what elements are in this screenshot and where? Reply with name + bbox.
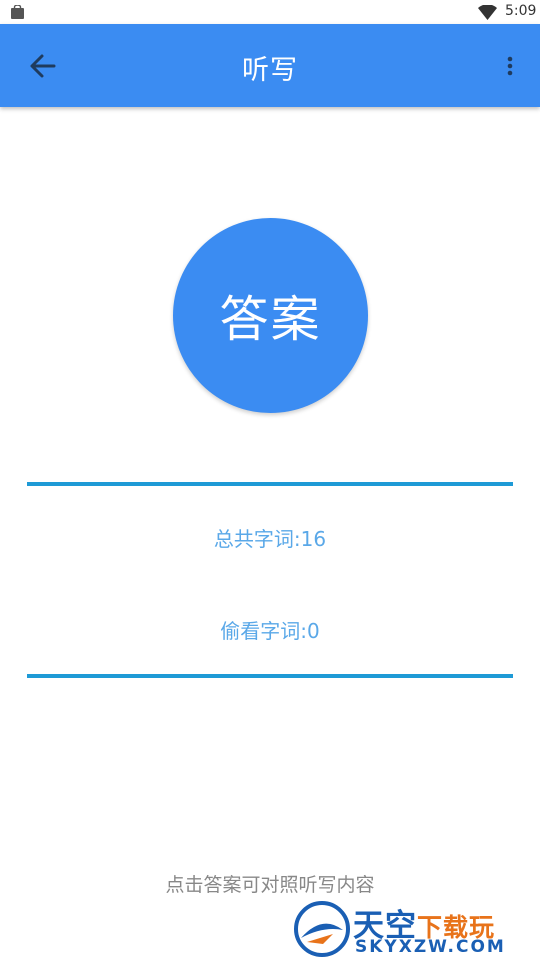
more-vert-icon[interactable]	[500, 54, 520, 78]
peeked-words-count: 偷看字词:0	[220, 619, 320, 643]
shopping-bag-icon	[11, 5, 24, 19]
top-divider	[27, 482, 513, 486]
watermark: 天空下载玩 SKYXZW.COM	[293, 898, 540, 960]
answer-button[interactable]: 答案	[173, 218, 368, 413]
watermark-logo-icon	[294, 901, 350, 957]
total-words-count: 总共字词:16	[213, 527, 327, 551]
status-bar: 5:09	[0, 0, 540, 24]
wifi-icon	[478, 5, 497, 20]
watermark-domain: SKYXZW.COM	[355, 937, 506, 957]
hint-text: 点击答案可对照听写内容	[165, 874, 375, 896]
app-bar: 听写	[0, 24, 540, 107]
page-title: 听写	[242, 55, 298, 86]
clock: 5:09	[505, 3, 537, 19]
answer-button-label: 答案	[219, 291, 322, 348]
bottom-divider	[27, 674, 513, 678]
